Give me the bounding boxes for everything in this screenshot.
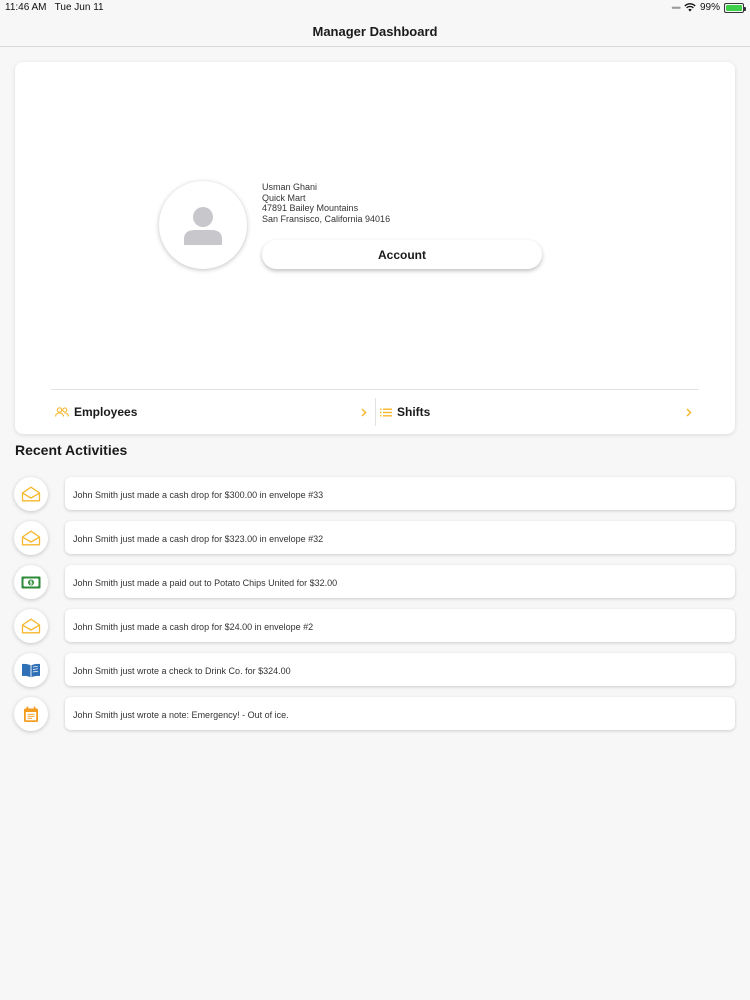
- activity-row: John Smith just made a cash drop for $32…: [14, 521, 736, 565]
- list-icon: [380, 408, 392, 416]
- activity-item[interactable]: John Smith just made a cash drop for $32…: [65, 521, 735, 554]
- cash-icon: $: [14, 565, 48, 599]
- wifi-icon: [684, 3, 696, 12]
- recent-activities-title: Recent Activities: [15, 442, 128, 458]
- activity-row: $ John Smith just made a paid out to Pot…: [14, 565, 736, 609]
- activity-text: John Smith just made a cash drop for $24…: [73, 622, 314, 632]
- battery-icon: [724, 2, 746, 13]
- employees-label: Employees: [74, 405, 138, 419]
- manager-name: Usman Ghani: [262, 182, 318, 192]
- svg-text:$: $: [30, 580, 33, 586]
- shifts-link[interactable]: Shifts: [380, 400, 692, 424]
- book-icon: [14, 653, 48, 687]
- activity-row: John Smith just made a cash drop for $30…: [14, 477, 736, 521]
- avatar: [159, 181, 247, 269]
- store-address: Usman Ghani Quick Mart 47891 Bailey Moun…: [262, 182, 390, 224]
- battery-percent: 99%: [699, 2, 720, 13]
- activity-item[interactable]: John Smith just made a cash drop for $30…: [65, 477, 735, 510]
- activity-text: John Smith just made a cash drop for $32…: [73, 534, 324, 544]
- envelope-icon: [14, 477, 48, 511]
- chevron-right-icon: [686, 407, 692, 417]
- employees-link[interactable]: Employees: [55, 400, 367, 424]
- status-bar: 11:46 AM Tue Jun 11 •••• 99%: [0, 0, 750, 16]
- shifts-label: Shifts: [397, 405, 431, 419]
- store-name: Quick Mart: [262, 192, 306, 203]
- account-button[interactable]: Account: [262, 240, 542, 269]
- divider: [51, 389, 699, 390]
- page-title: Manager Dashboard: [312, 23, 438, 39]
- activity-row: John Smith just made a cash drop for $24…: [14, 609, 736, 653]
- street-address: 47891 Bailey Mountains: [262, 203, 359, 213]
- activity-item[interactable]: John Smith just wrote a check to Drink C…: [65, 653, 735, 686]
- divider: [375, 398, 376, 426]
- note-icon: [14, 697, 48, 731]
- activity-text: John Smith just made a cash drop for $30…: [73, 490, 324, 500]
- activity-item[interactable]: John Smith just made a cash drop for $24…: [65, 609, 735, 642]
- signal-icon: ••••: [671, 2, 681, 13]
- status-time: 11:46 AM Tue Jun 11: [5, 2, 104, 13]
- activity-item[interactable]: John Smith just wrote a note: Emergency!…: [65, 697, 735, 730]
- activity-text: John Smith just wrote a note: Emergency!…: [73, 710, 289, 720]
- person-placeholder-icon: [184, 207, 222, 245]
- envelope-icon: [14, 609, 48, 643]
- envelope-icon: [14, 521, 48, 555]
- city-address: San Fransisco, California 94016: [262, 213, 391, 224]
- activity-text: John Smith just made a paid out to Potat…: [73, 578, 338, 588]
- activity-item[interactable]: John Smith just made a paid out to Potat…: [65, 565, 735, 598]
- profile-card: Usman Ghani Quick Mart 47891 Bailey Moun…: [15, 62, 735, 434]
- navigation-bar: Manager Dashboard: [0, 16, 750, 47]
- activity-text: John Smith just wrote a check to Drink C…: [73, 666, 291, 676]
- chevron-right-icon: [361, 407, 367, 417]
- status-right: •••• 99%: [671, 2, 746, 13]
- people-icon: [55, 407, 69, 417]
- activity-row: John Smith just wrote a note: Emergency!…: [14, 697, 736, 741]
- activity-list: John Smith just made a cash drop for $30…: [14, 477, 736, 741]
- activity-row: John Smith just wrote a check to Drink C…: [14, 653, 736, 697]
